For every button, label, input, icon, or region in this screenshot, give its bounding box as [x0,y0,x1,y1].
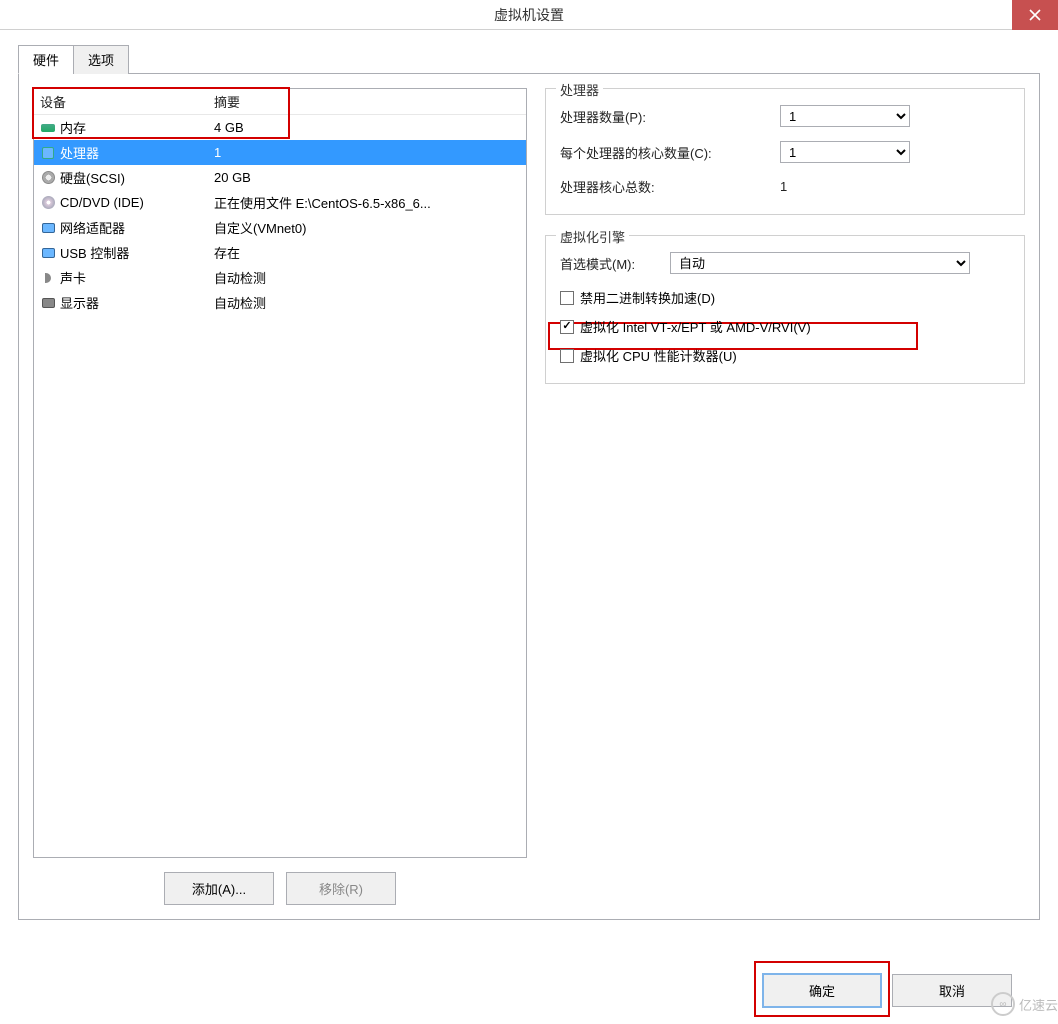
device-summary: 20 GB [214,170,520,185]
preferred-mode-row: 首选模式(M): 自动 [560,252,1010,274]
cores-per-cpu-label: 每个处理器的核心数量(C): [560,143,780,162]
header-device: 设备 [40,92,214,111]
tab-hardware[interactable]: 硬件 [18,45,74,74]
tab-content: 设备 摘要 内存4 GB处理器1硬盘(SCSI)20 GBCD/DVD (IDE… [18,74,1040,920]
device-name: 硬盘(SCSI) [60,168,214,187]
disable-bt-row: 禁用二进制转换加速(D) [560,288,1010,307]
header-summary: 摘要 [214,92,520,111]
watermark-logo-icon: ∞ [991,992,1015,1016]
device-name: 显示器 [60,293,214,312]
device-buttons: 添加(A)... 移除(R) [33,872,527,905]
vtx-label: 虚拟化 Intel VT-x/EPT 或 AMD-V/RVI(V) [580,317,811,336]
virtualization-group-title: 虚拟化引擎 [556,227,629,246]
total-cores-row: 处理器核心总数: 1 [560,177,1010,196]
device-row-0[interactable]: 内存4 GB [34,115,526,140]
dialog-body: 硬件 选项 设备 摘要 内存4 GB处理器1硬盘(SCSI)20 GBCD/DV… [0,30,1058,990]
device-row-1[interactable]: 处理器1 [34,140,526,165]
left-pane: 设备 摘要 内存4 GB处理器1硬盘(SCSI)20 GBCD/DVD (IDE… [33,88,527,905]
device-row-7[interactable]: 显示器自动检测 [34,290,526,315]
ok-button[interactable]: 确定 [762,973,882,1008]
memory-icon [40,120,56,136]
device-summary: 正在使用文件 E:\CentOS-6.5-x86_6... [214,193,520,212]
cpu-perf-label: 虚拟化 CPU 性能计数器(U) [580,346,737,365]
vtx-row: 虚拟化 Intel VT-x/EPT 或 AMD-V/RVI(V) [560,317,1010,336]
tab-strip: 硬件 选项 [18,44,1040,74]
watermark-text: 亿速云 [1019,995,1058,1014]
device-row-3[interactable]: CD/DVD (IDE)正在使用文件 E:\CentOS-6.5-x86_6..… [34,190,526,215]
right-pane: 处理器 处理器数量(P): 1 每个处理器的核心数量(C): 1 [545,88,1025,905]
device-name: 声卡 [60,268,214,287]
dialog-buttons: 确定 取消 [762,973,1012,1008]
sound-icon [40,270,56,286]
close-icon [1029,9,1041,21]
total-cores-label: 处理器核心总数: [560,177,780,196]
processor-group-title: 处理器 [556,80,603,99]
vtx-checkbox[interactable] [560,320,574,334]
total-cores-value: 1 [780,179,1010,194]
watermark: ∞ 亿速云 [991,992,1058,1016]
device-row-4[interactable]: 网络适配器自定义(VMnet0) [34,215,526,240]
device-row-5[interactable]: USB 控制器存在 [34,240,526,265]
virtualization-group: 虚拟化引擎 首选模式(M): 自动 禁用二进制转换加速(D) [545,235,1025,384]
titlebar: 虚拟机设置 [0,0,1058,30]
cpu-perf-checkbox[interactable] [560,349,574,363]
disk-icon [40,170,56,186]
device-row-6[interactable]: 声卡自动检测 [34,265,526,290]
device-row-2[interactable]: 硬盘(SCSI)20 GB [34,165,526,190]
cpu-perf-row: 虚拟化 CPU 性能计数器(U) [560,346,1010,365]
device-name: CD/DVD (IDE) [60,195,214,210]
device-list-header: 设备 摘要 [34,89,526,115]
disable-bt-label: 禁用二进制转换加速(D) [580,288,715,307]
usb-icon [40,245,56,261]
device-summary: 自动检测 [214,268,520,287]
device-name: 网络适配器 [60,218,214,237]
cores-per-cpu-row: 每个处理器的核心数量(C): 1 [560,141,1010,163]
window-title: 虚拟机设置 [494,5,564,25]
device-summary: 存在 [214,243,520,262]
device-name: 内存 [60,118,214,137]
display-icon [40,295,56,311]
device-name: USB 控制器 [60,243,214,262]
preferred-mode-label: 首选模式(M): [560,254,670,273]
tab-options[interactable]: 选项 [73,45,129,74]
network-icon [40,220,56,236]
cpu-icon [40,145,56,161]
processor-count-row: 处理器数量(P): 1 [560,105,1010,127]
processor-group: 处理器 处理器数量(P): 1 每个处理器的核心数量(C): 1 [545,88,1025,215]
preferred-mode-select[interactable]: 自动 [670,252,970,274]
close-button[interactable] [1012,0,1058,30]
add-button[interactable]: 添加(A)... [164,872,274,905]
device-list: 设备 摘要 内存4 GB处理器1硬盘(SCSI)20 GBCD/DVD (IDE… [33,88,527,858]
processor-count-label: 处理器数量(P): [560,107,780,126]
processor-count-select[interactable]: 1 [780,105,910,127]
device-summary: 自动检测 [214,293,520,312]
cores-per-cpu-select[interactable]: 1 [780,141,910,163]
remove-button[interactable]: 移除(R) [286,872,396,905]
device-summary: 4 GB [214,120,520,135]
disable-bt-checkbox[interactable] [560,291,574,305]
device-summary: 1 [214,145,520,160]
device-name: 处理器 [60,143,214,162]
device-summary: 自定义(VMnet0) [214,218,520,237]
cd-icon [40,195,56,211]
